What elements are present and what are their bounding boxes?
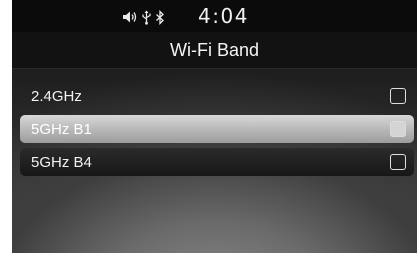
option-2-4ghz[interactable]: 2.4GHz (20, 82, 414, 110)
clock: 4:04 (198, 4, 249, 28)
checkbox[interactable] (390, 121, 406, 137)
head-unit-screen: 4:04 Wi-Fi Band 2.4GHz 5GHz B1 5GHz B4 (12, 0, 417, 253)
volume-icon (122, 10, 138, 24)
status-bar: 4:04 (12, 0, 417, 32)
page-title: Wi-Fi Band (169, 40, 259, 60)
option-label: 5GHz B1 (31, 120, 92, 138)
checkbox[interactable] (390, 88, 406, 104)
bluetooth-icon (155, 9, 165, 25)
status-icons (122, 9, 165, 25)
option-5ghz-b1[interactable]: 5GHz B1 (20, 115, 414, 143)
option-label: 2.4GHz (31, 87, 82, 105)
title-bar: Wi-Fi Band (12, 32, 417, 69)
band-options-list: 2.4GHz 5GHz B1 5GHz B4 (20, 82, 414, 181)
option-label: 5GHz B4 (31, 153, 92, 171)
option-5ghz-b4[interactable]: 5GHz B4 (20, 148, 414, 176)
usb-icon (141, 10, 152, 25)
checkbox[interactable] (390, 154, 406, 170)
